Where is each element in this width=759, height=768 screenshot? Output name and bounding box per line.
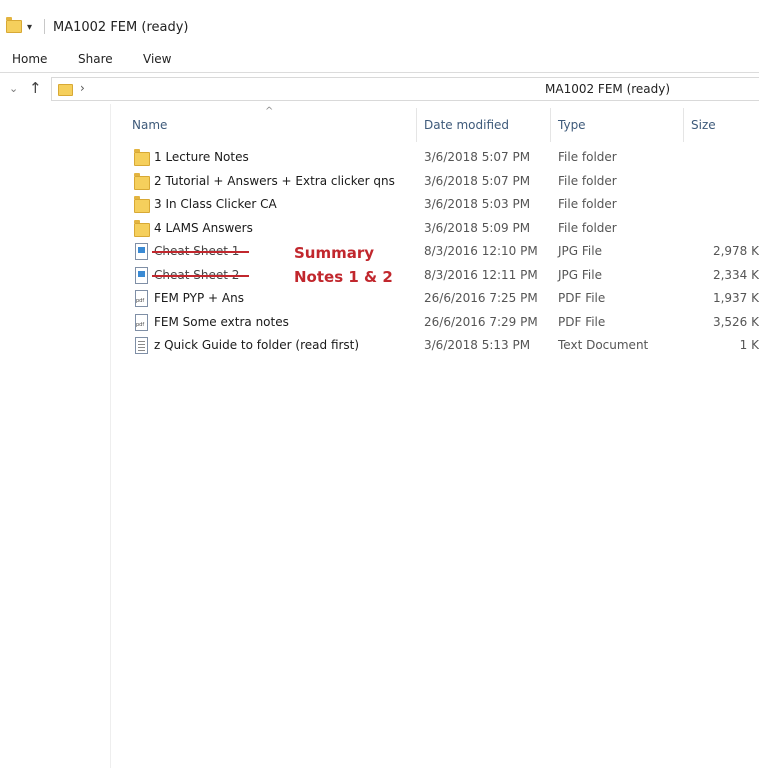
- file-type: File folder: [558, 220, 617, 235]
- file-name: z Quick Guide to folder (read first): [154, 338, 360, 352]
- column-header-size[interactable]: Size: [684, 104, 759, 144]
- file-size: 1 K: [739, 338, 759, 352]
- folder-icon: [134, 219, 150, 237]
- file-date: 26/6/2016 7:29 PM: [424, 314, 538, 329]
- file-date: 3/6/2018 5:09 PM: [424, 220, 531, 235]
- file-name: 4 LAMS Answers: [154, 220, 253, 235]
- file-row[interactable]: 3 In Class Clicker CA 3/6/2018 5:03 PM F…: [110, 193, 759, 217]
- file-type: PDF File: [558, 291, 606, 305]
- quick-access-dropdown-icon[interactable]: ▾: [27, 22, 32, 33]
- folder-icon: [58, 84, 73, 96]
- file-size: 3,526 K: [712, 314, 759, 329]
- title-bar: ▾ MA1002 FEM (ready): [0, 0, 759, 44]
- file-size: 2,978 K: [712, 244, 759, 258]
- sort-ascending-icon: ^: [265, 106, 274, 117]
- file-row[interactable]: FEM Some extra notes 26/6/2016 7:29 PM P…: [110, 311, 759, 335]
- window-title: MA1002 FEM (ready): [53, 20, 189, 35]
- pdf-file-icon: [135, 313, 148, 331]
- column-header-size-label: Size: [691, 118, 716, 132]
- column-header-date-label: Date modified: [424, 118, 510, 132]
- column-header-type-label: Type: [558, 118, 586, 132]
- file-size: 2,334 K: [712, 267, 759, 282]
- file-type: JPG File: [558, 244, 602, 258]
- file-list: 1 Lecture Notes 3/6/2018 5:07 PM File fo…: [110, 146, 759, 358]
- file-row[interactable]: 1 Lecture Notes 3/6/2018 5:07 PM File fo…: [110, 146, 759, 170]
- column-header-name[interactable]: ^ Name: [110, 104, 417, 144]
- file-name-struck: Cheat Sheet 2 Notes 1 & 2: [152, 268, 393, 286]
- navigation-pane: [0, 104, 111, 768]
- tab-view[interactable]: View: [143, 52, 171, 66]
- file-date: 26/6/2016 7:25 PM: [424, 291, 538, 305]
- file-row[interactable]: z Quick Guide to folder (read first) 3/6…: [110, 334, 759, 358]
- file-type: File folder: [558, 197, 617, 211]
- folder-icon: [134, 149, 150, 166]
- image-file-icon: [135, 243, 148, 260]
- handwritten-annotation: Summary: [294, 244, 375, 262]
- file-row[interactable]: FEM PYP + Ans 26/6/2016 7:25 PM PDF File…: [110, 287, 759, 311]
- file-size: 1,937 K: [712, 291, 759, 305]
- file-date: 3/6/2018 5:13 PM: [424, 338, 531, 352]
- file-type: PDF File: [558, 314, 606, 329]
- handwritten-annotation: Notes 1 & 2: [294, 267, 393, 286]
- tab-share[interactable]: Share: [78, 52, 113, 66]
- column-headers: ^ Name Date modified Type Size: [110, 104, 759, 144]
- pdf-file-icon: [135, 290, 148, 307]
- address-bar[interactable]: › MA1002 FEM (ready): [51, 77, 759, 101]
- file-date: 8/3/2016 12:11 PM: [424, 267, 538, 282]
- file-name-struck: Cheat Sheet 1 Summary: [152, 244, 374, 262]
- recent-locations-icon[interactable]: ⌄: [9, 82, 18, 95]
- file-row[interactable]: 4 LAMS Answers 3/6/2018 5:09 PM File fol…: [110, 217, 759, 241]
- file-name: FEM PYP + Ans: [154, 291, 244, 305]
- strikethrough-mark: [152, 274, 250, 277]
- file-type: File folder: [558, 150, 617, 164]
- text-file-icon: [135, 337, 148, 354]
- navigation-bar: ⌄ ↑ › MA1002 FEM (ready): [0, 76, 759, 104]
- file-name: FEM Some extra notes: [154, 314, 289, 329]
- folder-icon: [6, 17, 22, 33]
- strikethrough-mark: [152, 251, 250, 253]
- file-name: 3 In Class Clicker CA: [154, 197, 277, 211]
- file-type: File folder: [558, 173, 617, 188]
- column-header-type[interactable]: Type: [551, 104, 684, 144]
- ribbon-tabs: Home Share View: [0, 44, 759, 73]
- tab-home[interactable]: Home: [12, 52, 47, 66]
- column-header-name-label: Name: [132, 118, 168, 132]
- image-file-icon: [135, 266, 148, 284]
- column-header-date[interactable]: Date modified: [417, 104, 551, 144]
- folder-icon: [134, 172, 150, 190]
- file-type: JPG File: [558, 267, 602, 282]
- address-path: MA1002 FEM (ready): [545, 82, 671, 96]
- divider: [44, 19, 45, 34]
- file-name: 1 Lecture Notes: [154, 150, 249, 164]
- file-date: 8/3/2016 12:10 PM: [424, 244, 538, 258]
- file-date: 3/6/2018 5:03 PM: [424, 197, 531, 211]
- folder-icon: [134, 196, 150, 213]
- file-date: 3/6/2018 5:07 PM: [424, 173, 531, 188]
- file-type: Text Document: [558, 338, 649, 352]
- up-arrow-icon[interactable]: ↑: [29, 79, 42, 97]
- file-name: 2 Tutorial + Answers + Extra clicker qns: [154, 173, 395, 188]
- chevron-right-icon[interactable]: ›: [80, 81, 85, 95]
- file-row[interactable]: 2 Tutorial + Answers + Extra clicker qns…: [110, 170, 759, 194]
- file-row[interactable]: Cheat Sheet 1 Summary 8/3/2016 12:10 PM …: [110, 240, 759, 264]
- file-date: 3/6/2018 5:07 PM: [424, 150, 531, 164]
- file-row[interactable]: Cheat Sheet 2 Notes 1 & 2 8/3/2016 12:11…: [110, 264, 759, 288]
